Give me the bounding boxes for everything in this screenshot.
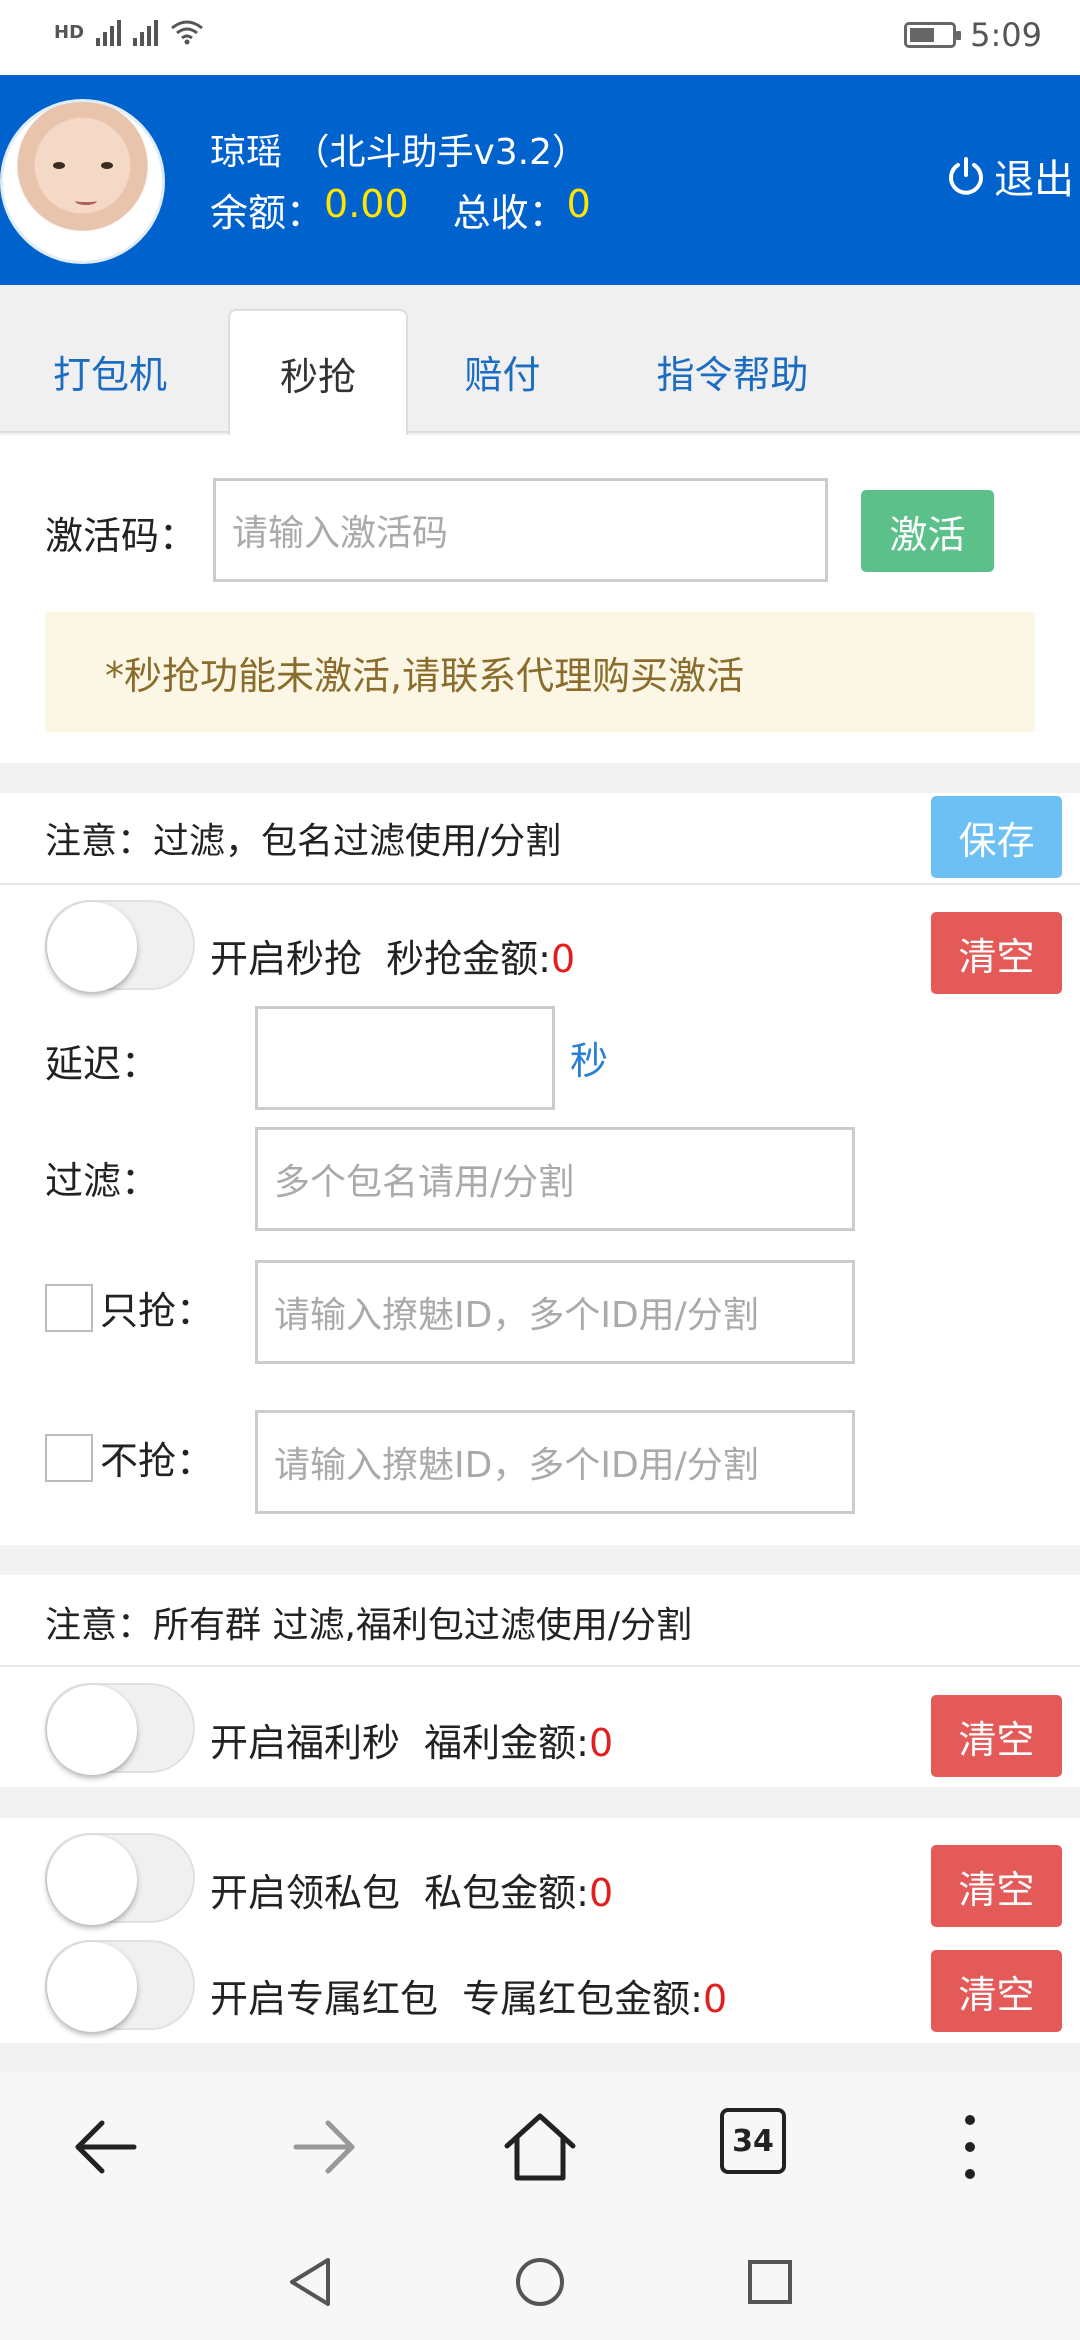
filter-note: 注意：过滤，包名过滤使用/分割: [45, 821, 562, 862]
total-label: 总收：: [452, 191, 567, 235]
quick-grab-toggle[interactable]: [45, 900, 195, 992]
filter-label: 过滤：: [45, 1159, 160, 1203]
tab-quick-grab[interactable]: 秒抢: [228, 309, 408, 435]
more-menu-icon[interactable]: [940, 2102, 1000, 2192]
user-title: 琼瑶 （北斗助手v3.2）: [210, 132, 589, 173]
status-bar: HD 5:09: [0, 0, 1080, 75]
status-indicators: HD: [54, 18, 204, 46]
back-arrow-icon[interactable]: [60, 2107, 150, 2187]
tab-bar: 打包机 秒抢 赔付 指令帮助: [0, 285, 1080, 435]
welfare-amount: 0: [588, 1721, 614, 1765]
clock: 5:09: [970, 16, 1042, 54]
user-header: 琼瑶 （北斗助手v3.2） 余额： 0.00 总收： 0 退出: [0, 75, 1080, 285]
tab-packer[interactable]: 打包机: [20, 309, 200, 433]
system-back-icon[interactable]: [280, 2252, 340, 2312]
welfare-toggle-label: 开启福利秒 福利金额:0: [210, 1721, 614, 1765]
tab-compensation[interactable]: 赔付: [420, 309, 585, 433]
delay-unit: 秒: [570, 1039, 609, 1083]
delay-input[interactable]: [255, 1006, 555, 1110]
power-icon: [949, 157, 983, 195]
home-icon[interactable]: [495, 2102, 585, 2192]
no-grab-input[interactable]: 请输入撩魅ID，多个ID用/分割: [255, 1410, 855, 1514]
only-grab-input[interactable]: 请输入撩魅ID，多个ID用/分割: [255, 1260, 855, 1364]
delay-label: 延迟：: [45, 1042, 160, 1086]
divider: [0, 883, 1080, 885]
private-toggle-label: 开启领私包 私包金额:0: [210, 1871, 614, 1915]
system-nav-bar: [0, 2222, 1080, 2340]
no-grab-checkbox[interactable]: [45, 1434, 93, 1482]
activation-code-input[interactable]: 请输入激活码: [213, 478, 828, 582]
clear-button-welfare[interactable]: 清空: [931, 1695, 1062, 1777]
save-button[interactable]: 保存: [931, 796, 1062, 878]
status-right: 5:09: [904, 16, 1042, 54]
clear-button-private[interactable]: 清空: [931, 1845, 1062, 1927]
exclusive-toggle-label: 开启专属红包 专属红包金额:0: [210, 1977, 728, 2021]
hd-icon: HD: [54, 21, 85, 43]
logout-button[interactable]: 退出: [946, 147, 1080, 205]
divider: [0, 1665, 1080, 1667]
welfare-note: 注意：所有群 过滤,福利包过滤使用/分割: [45, 1605, 693, 1646]
quick-grab-amount: 0: [550, 937, 576, 981]
activation-notice: *秒抢功能未激活,请联系代理购买激活: [45, 612, 1035, 732]
activation-label: 激活码：: [45, 514, 198, 558]
signal-icon-2: [133, 18, 159, 46]
total-value: 0: [566, 182, 591, 226]
balance-label: 余额：: [210, 191, 325, 235]
browser-toolbar: 34: [0, 2072, 1080, 2222]
welfare-toggle[interactable]: [45, 1683, 195, 1775]
private-amount: 0: [588, 1871, 614, 1915]
activate-button[interactable]: 激活: [861, 490, 994, 572]
logout-label: 退出: [994, 157, 1074, 203]
system-home-icon[interactable]: [510, 2252, 570, 2312]
balance-row: 余额： 0.00 总收： 0: [210, 182, 591, 237]
exclusive-amount: 0: [702, 1977, 728, 2021]
quick-grab-toggle-label: 开启秒抢 秒抢金额:0: [210, 937, 576, 981]
tabs-count-button[interactable]: 34: [720, 2108, 786, 2174]
private-toggle[interactable]: [45, 1833, 195, 1925]
tab-command-help[interactable]: 指令帮助: [610, 309, 855, 433]
filter-input[interactable]: 多个包名请用/分割: [255, 1127, 855, 1231]
clear-button-exclusive[interactable]: 清空: [931, 1950, 1062, 2032]
system-recents-icon[interactable]: [740, 2252, 800, 2312]
only-grab-label: 只抢：: [100, 1289, 215, 1333]
signal-icon: [96, 18, 122, 46]
avatar[interactable]: [0, 99, 165, 264]
clear-button-quick-grab[interactable]: 清空: [931, 912, 1062, 994]
exclusive-toggle[interactable]: [45, 1940, 195, 2032]
wifi-icon: [171, 20, 203, 45]
only-grab-checkbox[interactable]: [45, 1284, 93, 1332]
no-grab-label: 不抢：: [100, 1439, 215, 1483]
balance-value: 0.00: [324, 182, 409, 226]
battery-icon: [904, 22, 962, 48]
forward-arrow-icon[interactable]: [280, 2107, 370, 2187]
